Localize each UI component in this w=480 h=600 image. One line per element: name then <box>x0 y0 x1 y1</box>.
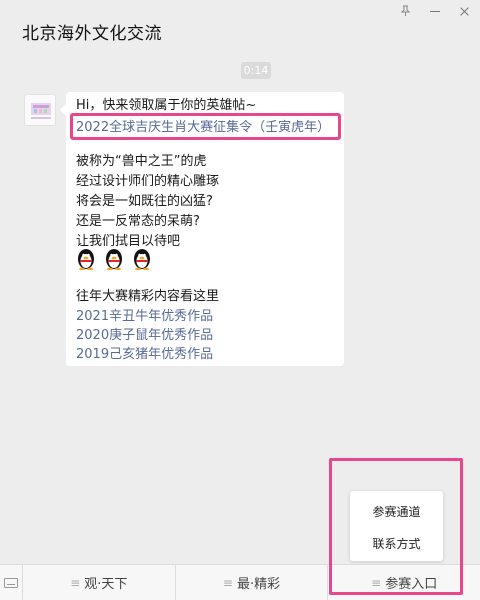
message-time: 0:14 <box>241 62 271 79</box>
highlight-annotation <box>329 458 463 595</box>
pin-icon[interactable] <box>394 2 416 20</box>
past-link-2020[interactable]: 2020庚子鼠年优秀作品 <box>76 327 213 345</box>
penguin-emoji <box>78 249 94 270</box>
emoji-row <box>76 248 152 270</box>
past-intro-text: 往年大赛精彩内容看这里 <box>76 289 220 304</box>
body-line: 被称为“兽中之王”的虎 <box>76 154 207 169</box>
body-line: 还是一反常态的呆萌? <box>76 214 200 229</box>
chat-header: 北京海外文化交流 <box>0 0 480 60</box>
menu-lines-icon: ≡ <box>222 575 233 590</box>
penguin-emoji <box>134 249 150 270</box>
body-line: 将会是一如既往的凶猛? <box>76 194 213 209</box>
avatar[interactable] <box>24 94 56 126</box>
menu-item-label: 观·天下 <box>84 577 128 592</box>
body-line: 经过设计师们的精心雕琢 <box>76 174 220 189</box>
close-icon[interactable] <box>454 2 476 20</box>
minimize-icon[interactable] <box>424 2 446 20</box>
penguin-emoji <box>106 249 122 270</box>
menu-item-world[interactable]: ≡ 观·天下 <box>22 565 175 600</box>
menu-item-highlights[interactable]: ≡ 最·精彩 <box>174 565 328 600</box>
chat-title: 北京海外文化交流 <box>22 24 162 44</box>
past-link-2021[interactable]: 2021辛丑牛年优秀作品 <box>76 308 213 326</box>
past-link-2019[interactable]: 2019己亥猪年优秀作品 <box>76 346 213 364</box>
menu-item-label: 最·精彩 <box>236 577 281 592</box>
highlight-annotation <box>70 113 341 140</box>
menu-lines-icon: ≡ <box>70 575 81 590</box>
keyboard-icon[interactable] <box>0 565 22 600</box>
